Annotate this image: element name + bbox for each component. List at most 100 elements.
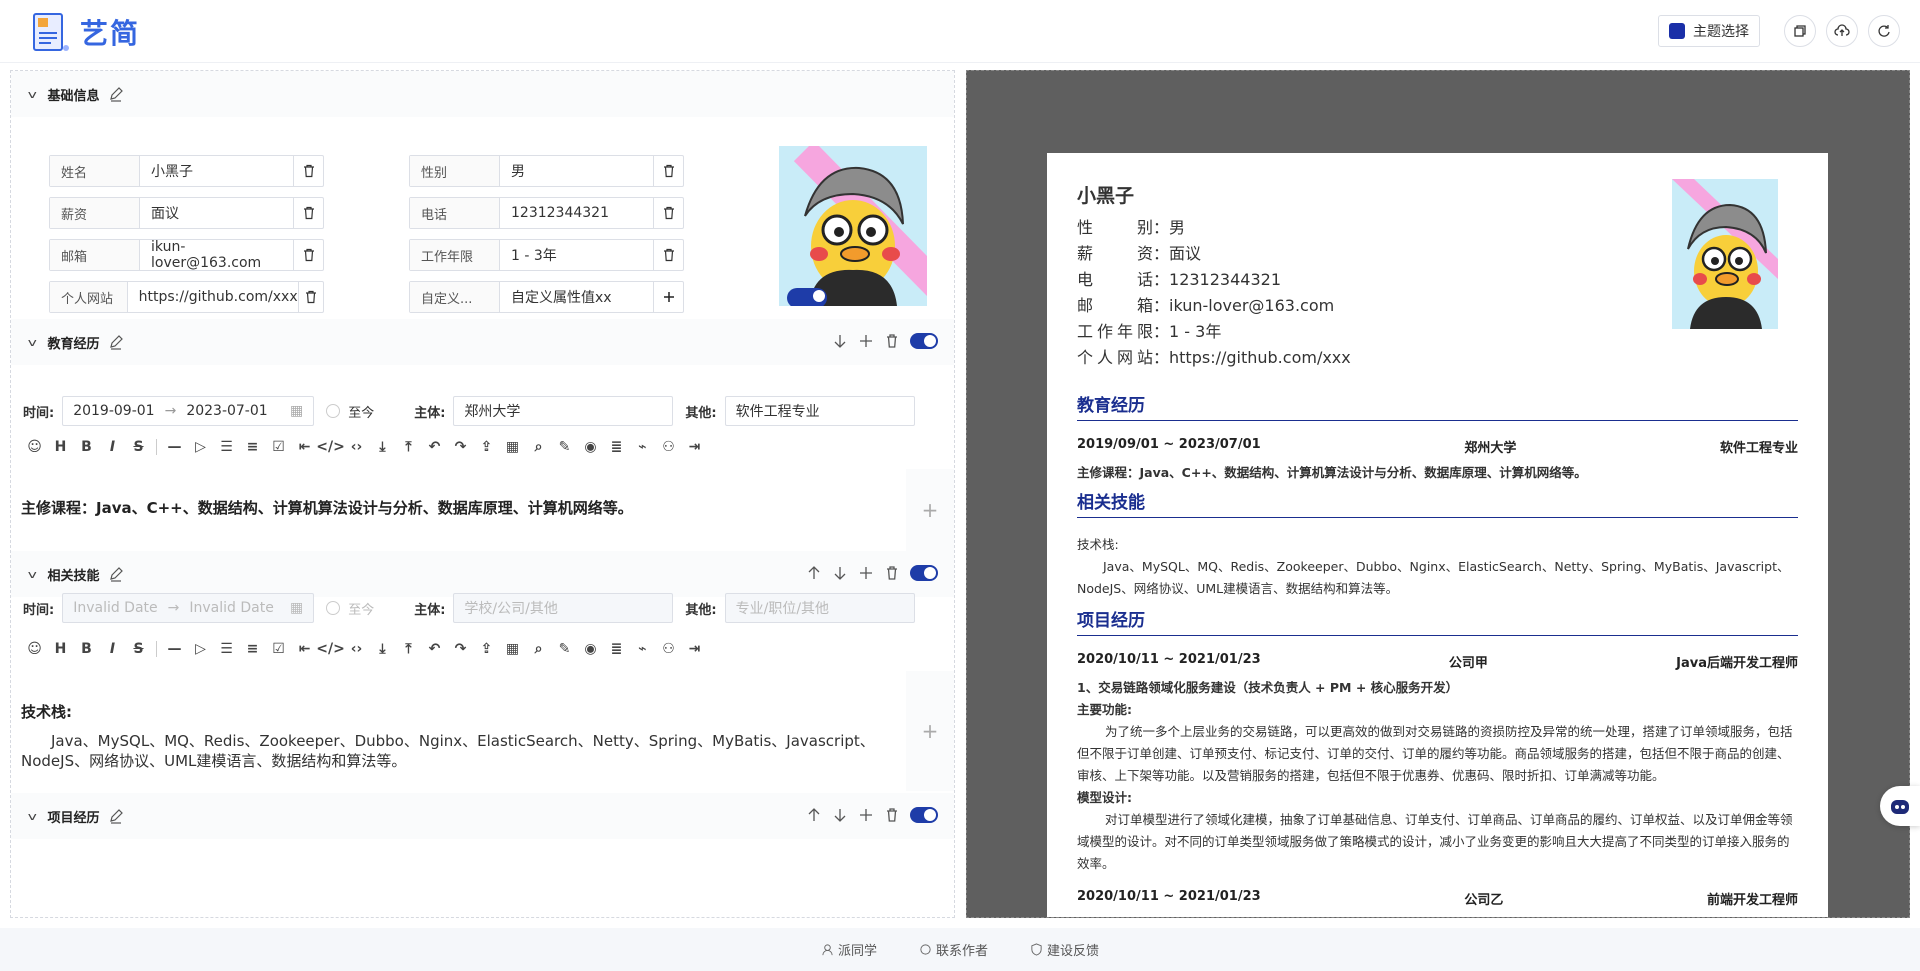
undo-icon[interactable]: ↶ <box>426 641 443 658</box>
arrow-down-icon[interactable] <box>832 807 848 823</box>
record-icon[interactable]: ⌕ <box>530 439 547 456</box>
skills-visibility-toggle[interactable] <box>910 565 938 581</box>
projects-header[interactable]: v 项目经历 <box>11 793 954 839</box>
ordered-list-icon[interactable]: ≡ <box>244 641 261 658</box>
custom-value-input[interactable]: 自定义属性值xx <box>500 282 653 312</box>
italic-icon[interactable]: I <box>104 439 121 456</box>
delete-button[interactable] <box>293 240 323 270</box>
export-icon[interactable]: ⇥ <box>686 439 703 456</box>
delete-button[interactable] <box>293 198 323 228</box>
insert-after-icon[interactable]: ⤓ <box>374 439 391 456</box>
now-radio[interactable] <box>326 601 341 615</box>
emoji-icon[interactable]: ☺ <box>26 439 43 456</box>
subject-input[interactable]: 学校/公司/其他 <box>453 593 674 623</box>
preview-icon[interactable]: ◉ <box>582 641 599 658</box>
add-field-button[interactable] <box>653 282 683 312</box>
edit-mode-icon[interactable]: ✎ <box>556 641 573 658</box>
trash-icon[interactable] <box>884 807 900 823</box>
experience-input[interactable]: 1 - 3年 <box>500 240 653 270</box>
education-editor[interactable]: 主修课程：Java、C++、数据结构、计算机算法设计与分析、数据库原理、计算机网… <box>11 469 908 551</box>
custom-label-input[interactable]: 自定义... <box>410 282 500 312</box>
bullet-list-icon[interactable]: ☰ <box>218 641 235 658</box>
subject-input[interactable]: 郑州大学 <box>453 396 674 426</box>
quote-icon[interactable]: ▷ <box>192 641 209 658</box>
education-visibility-toggle[interactable] <box>910 333 938 349</box>
trash-icon[interactable] <box>884 565 900 581</box>
hr-icon[interactable]: — <box>166 439 183 456</box>
insert-after-icon[interactable]: ⤓ <box>374 641 391 658</box>
date-range-picker[interactable]: 2019-09-01 → 2023-07-01 ▦ <box>62 396 315 426</box>
strike-icon[interactable]: S <box>130 641 147 658</box>
emoji-icon[interactable]: ☺ <box>26 641 43 658</box>
reset-button[interactable] <box>1868 15 1900 47</box>
undo-icon[interactable]: ↶ <box>426 439 443 456</box>
add-block-button[interactable]: + <box>906 469 954 551</box>
redo-icon[interactable]: ↷ <box>452 641 469 658</box>
bullet-list-icon[interactable]: ☰ <box>218 439 235 456</box>
phone-input[interactable]: 12312344321 <box>500 198 653 228</box>
align-icon[interactable]: ≣ <box>608 641 625 658</box>
basic-info-header[interactable]: v 基础信息 <box>11 71 954 117</box>
ordered-list-icon[interactable]: ≡ <box>244 439 261 456</box>
outdent-icon[interactable]: ⇤ <box>296 641 313 658</box>
shirt-icon[interactable]: ⚇ <box>660 439 677 456</box>
copy-button[interactable] <box>1784 15 1816 47</box>
outdent-icon[interactable]: ⇤ <box>296 439 313 456</box>
education-header[interactable]: v 教育经历 <box>11 319 954 365</box>
name-input[interactable]: 小黑子 <box>140 156 293 186</box>
assistant-fab[interactable] <box>1880 786 1920 826</box>
checkbox-icon[interactable]: ☑ <box>270 439 287 456</box>
avatar-upload[interactable] <box>779 146 927 306</box>
theme-select-button[interactable]: 主题选择 <box>1658 15 1760 47</box>
now-radio[interactable] <box>326 404 341 418</box>
plus-icon[interactable] <box>858 807 874 823</box>
arrow-up-icon[interactable] <box>806 807 822 823</box>
edit-icon[interactable] <box>108 86 124 102</box>
add-block-button[interactable]: + <box>906 671 954 791</box>
upload-button[interactable] <box>1826 15 1858 47</box>
avatar-toggle[interactable] <box>787 288 827 306</box>
upload-icon[interactable]: ⇪ <box>478 439 495 456</box>
shirt-icon[interactable]: ⚇ <box>660 641 677 658</box>
format-icon[interactable]: ⌁ <box>634 641 651 658</box>
other-input[interactable]: 专业/职位/其他 <box>724 593 915 623</box>
edit-icon[interactable] <box>108 566 124 582</box>
arrow-down-icon[interactable] <box>832 333 848 349</box>
salary-input[interactable]: 面议 <box>140 198 293 228</box>
chevron-down-icon[interactable]: v <box>28 336 37 349</box>
insert-before-icon[interactable]: ⤒ <box>400 641 417 658</box>
upload-icon[interactable]: ⇪ <box>478 641 495 658</box>
heading-icon[interactable]: H <box>52 641 69 658</box>
date-range-picker[interactable]: Invalid Date → Invalid Date ▦ <box>62 593 315 623</box>
gender-input[interactable]: 男 <box>500 156 653 186</box>
footer-link-contact[interactable]: 联系作者 <box>919 940 988 959</box>
skills-editor[interactable]: 技术栈: Java、MySQL、MQ、Redis、Zookeeper、Dubbo… <box>11 671 908 791</box>
code-icon[interactable]: </> <box>316 439 345 456</box>
bold-icon[interactable]: B <box>78 641 95 658</box>
delete-button[interactable] <box>653 240 683 270</box>
preview-icon[interactable]: ◉ <box>582 439 599 456</box>
chevron-down-icon[interactable]: v <box>28 810 37 823</box>
projects-visibility-toggle[interactable] <box>910 807 938 823</box>
strike-icon[interactable]: S <box>130 439 147 456</box>
checkbox-icon[interactable]: ☑ <box>270 641 287 658</box>
skills-header[interactable]: v 相关技能 <box>11 551 954 597</box>
chevron-down-icon[interactable]: v <box>28 88 37 101</box>
align-icon[interactable]: ≣ <box>608 439 625 456</box>
website-input[interactable]: https://github.com/xxx <box>128 282 298 312</box>
delete-button[interactable] <box>653 198 683 228</box>
table-icon[interactable]: ▦ <box>504 439 521 456</box>
other-input[interactable]: 软件工程专业 <box>724 396 915 426</box>
heading-icon[interactable]: H <box>52 439 69 456</box>
trash-icon[interactable] <box>884 333 900 349</box>
arrow-up-icon[interactable] <box>806 565 822 581</box>
export-icon[interactable]: ⇥ <box>686 641 703 658</box>
plus-icon[interactable] <box>858 565 874 581</box>
delete-button[interactable] <box>653 156 683 186</box>
format-icon[interactable]: ⌁ <box>634 439 651 456</box>
hr-icon[interactable]: — <box>166 641 183 658</box>
logo[interactable]: 艺简 <box>28 10 140 54</box>
email-input[interactable]: ikun-lover@163.com <box>140 239 293 271</box>
redo-icon[interactable]: ↷ <box>452 439 469 456</box>
chevron-down-icon[interactable]: v <box>28 568 37 581</box>
